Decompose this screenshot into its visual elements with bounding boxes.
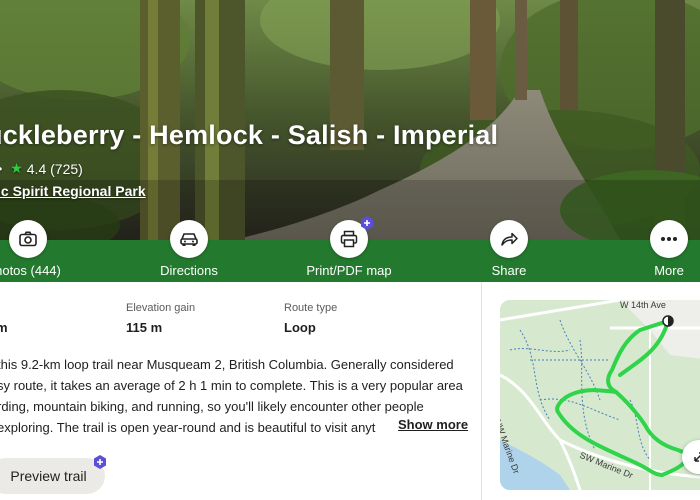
printer-icon bbox=[340, 230, 358, 248]
description-line: this 9.2-km loop trail near Musqueam 2, … bbox=[0, 357, 454, 372]
camera-icon bbox=[19, 231, 37, 247]
stat-elevation-label: Elevation gain bbox=[126, 302, 196, 314]
description-line: rding, mountain biking, and running, so … bbox=[0, 399, 424, 414]
print-map-label: Print/PDF map bbox=[306, 263, 392, 278]
preview-trail-button[interactable]: Preview trail bbox=[0, 458, 105, 494]
premium-badge-icon bbox=[360, 216, 374, 230]
stat-elevation: Elevation gain 115 m bbox=[126, 302, 195, 335]
rating-row: • ★ 4.4 (725) bbox=[0, 160, 83, 177]
directions-button[interactable]: Directions bbox=[119, 220, 259, 278]
show-more-link[interactable]: Show more bbox=[394, 417, 469, 432]
column-divider bbox=[481, 282, 482, 500]
rating-separator: • bbox=[0, 162, 2, 176]
photos-button[interactable]: hotos (444) bbox=[0, 220, 98, 278]
directions-label: Directions bbox=[160, 263, 218, 278]
more-dots-icon bbox=[661, 237, 677, 241]
stat-route-value: Loop bbox=[284, 320, 316, 335]
share-button[interactable]: Share bbox=[439, 220, 579, 278]
stat-route-label: Route type bbox=[284, 302, 338, 314]
more-button[interactable]: More bbox=[599, 220, 700, 278]
print-icon-circle[interactable] bbox=[330, 216, 373, 258]
park-link[interactable]: ic Spirit Regional Park bbox=[0, 183, 146, 199]
share-arrow-icon bbox=[501, 232, 518, 246]
stat-route-type: Route type Loop bbox=[284, 302, 337, 335]
trail-title: uckleberry - Hemlock - Salish - Imperial bbox=[0, 120, 499, 150]
premium-badge-icon bbox=[93, 455, 107, 469]
photos-label: hotos (444) bbox=[0, 263, 61, 278]
more-icon-circle[interactable] bbox=[650, 220, 688, 258]
map-street-label: W 14th Ave bbox=[620, 300, 666, 310]
print-map-button[interactable]: Print/PDF map bbox=[279, 216, 419, 278]
hero-photo: uckleberry - Hemlock - Salish - Imperial… bbox=[0, 0, 700, 240]
stat-length-value: m bbox=[0, 320, 8, 335]
trail-map-thumbnail[interactable]: W 14th Ave NW Marine Dr SW Marine Dr bbox=[500, 300, 700, 490]
car-icon bbox=[180, 233, 198, 246]
photos-icon-circle[interactable] bbox=[9, 220, 47, 258]
more-label: More bbox=[654, 263, 684, 278]
stat-length-label bbox=[0, 302, 8, 314]
share-icon-circle[interactable] bbox=[490, 220, 528, 258]
directions-icon-circle[interactable] bbox=[170, 220, 208, 258]
star-icon: ★ bbox=[10, 160, 23, 176]
rating-value[interactable]: 4.4 (725) bbox=[27, 161, 83, 177]
share-label: Share bbox=[491, 263, 527, 278]
description-line: sy route, it takes an average of 2 h 1 m… bbox=[0, 378, 463, 393]
expand-arrows-icon bbox=[694, 452, 700, 462]
stat-elevation-value: 115 m bbox=[126, 320, 163, 335]
stat-length: m bbox=[0, 302, 8, 335]
